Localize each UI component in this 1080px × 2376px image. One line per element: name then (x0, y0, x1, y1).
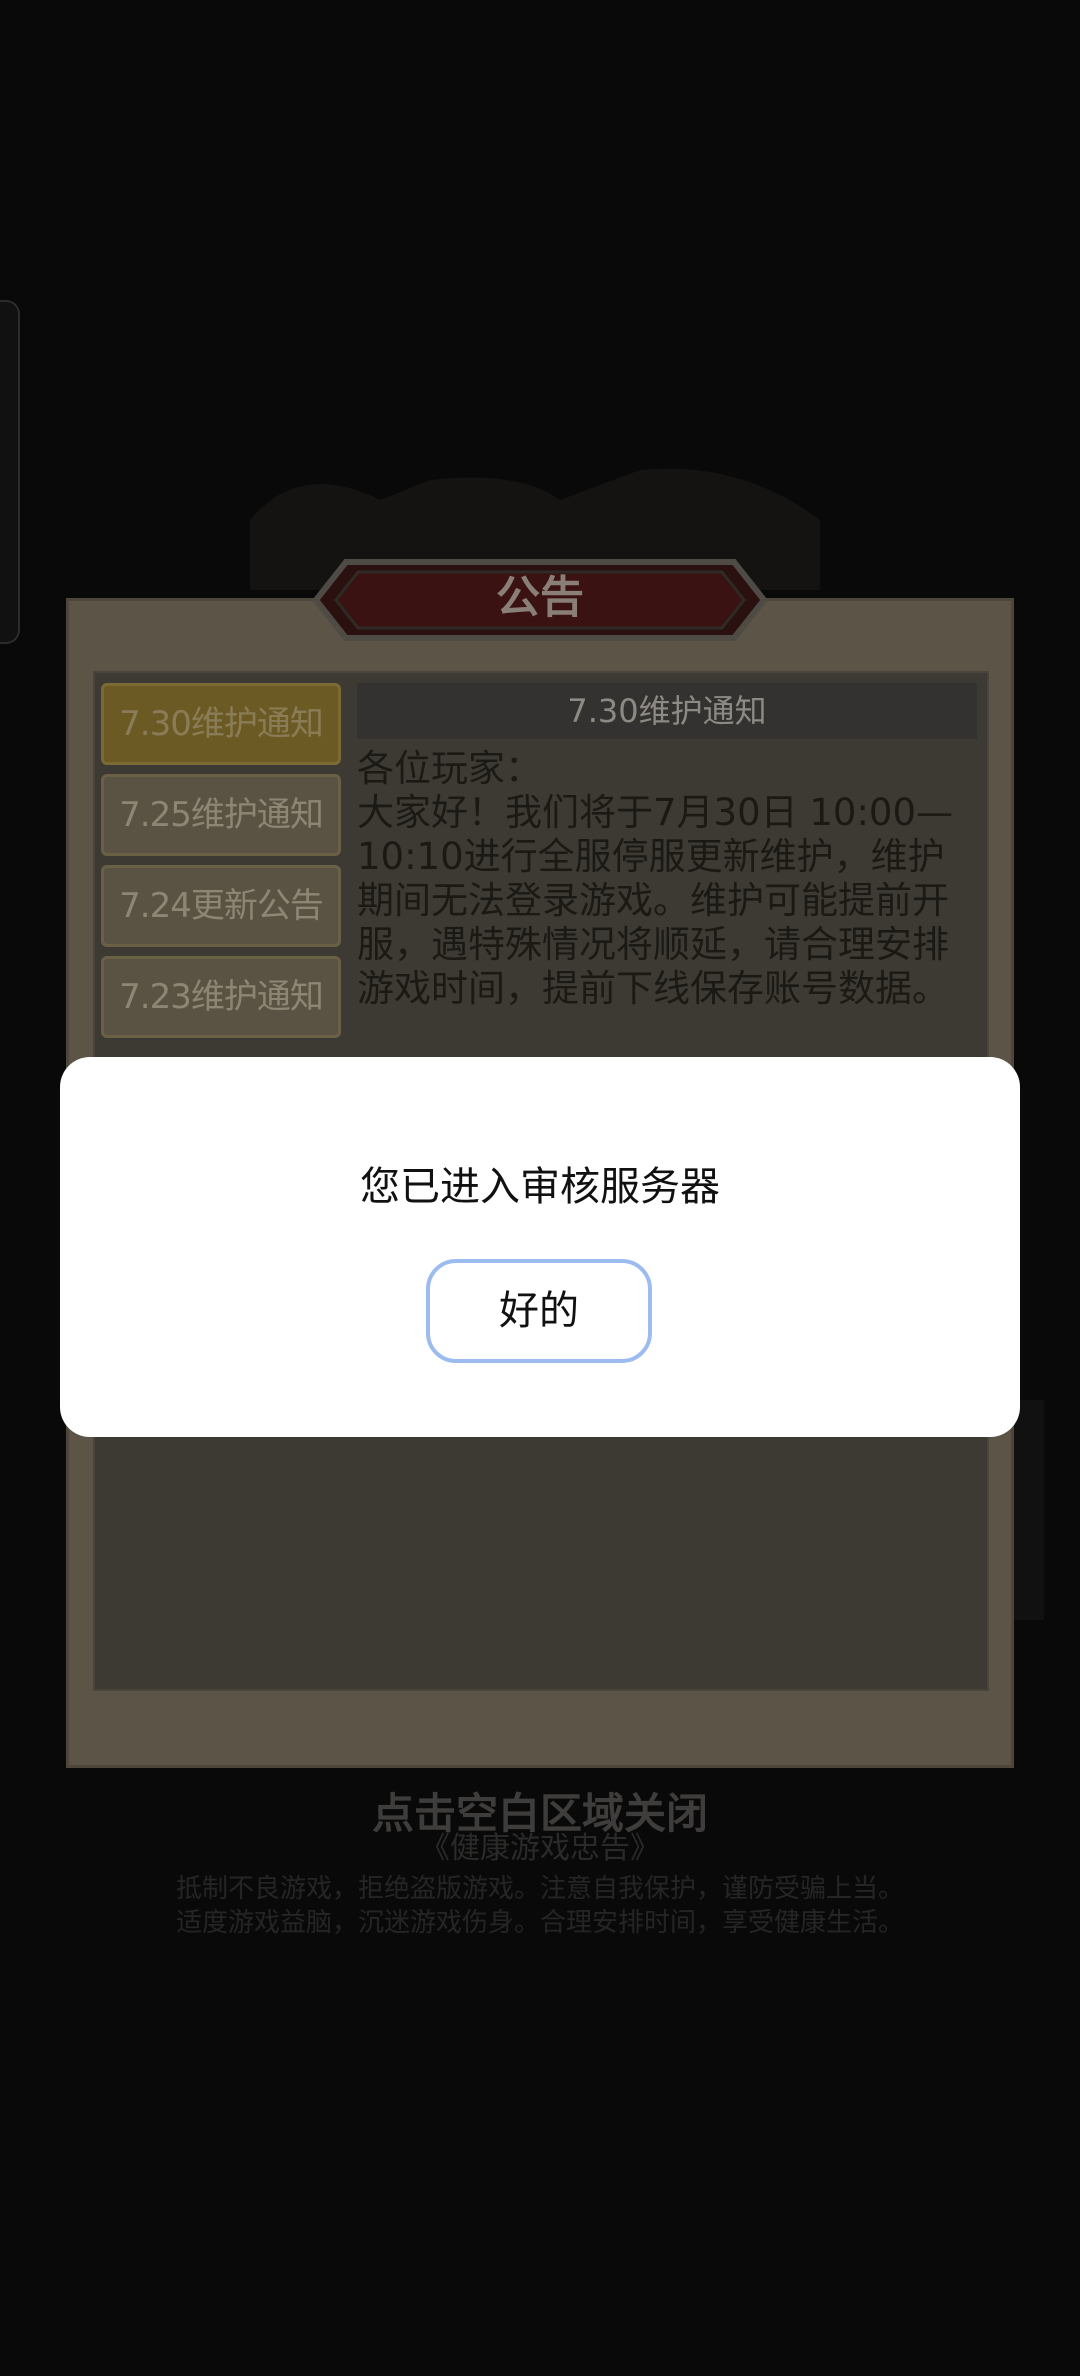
dialog-message: 您已进入审核服务器 (360, 1164, 720, 1210)
health-advice-line: 抵制不良游戏，拒绝盗版游戏。注意自我保护，谨防受骗上当。 (175, 1874, 904, 1904)
announcement-tab[interactable]: 7.24更新公告 (101, 865, 341, 947)
review-server-dialog: 您已进入审核服务器 好的 (60, 1057, 1020, 1437)
announcement-tab-list: 7.30维护通知 7.25维护通知 7.24更新公告 7.23维护通知 (101, 683, 341, 1047)
health-advice-title: 《健康游戏忠告》 (420, 1831, 660, 1866)
announcement-banner-title: 公告 (496, 572, 584, 623)
announcement-tab[interactable]: 7.23维护通知 (101, 956, 341, 1038)
ok-button[interactable]: 好的 (426, 1259, 652, 1363)
announcement-tab[interactable]: 7.25维护通知 (101, 774, 341, 856)
announcement-tab[interactable]: 7.30维护通知 (101, 683, 341, 765)
health-advice-footer: 《健康游戏忠告》 抵制不良游戏，拒绝盗版游戏。注意自我保护，谨防受骗上当。 适度… (0, 1832, 1080, 1940)
side-drawer-handle[interactable] (0, 300, 20, 644)
announcement-content-title: 7.30维护通知 (357, 683, 977, 739)
health-advice-line: 适度游戏益脑，沉迷游戏伤身。合理安排时间，享受健康生活。 (175, 1908, 904, 1938)
announcement-content-body: 各位玩家： 大家好！我们将于7月30日 10:00—10:10进行全服停服更新维… (357, 747, 954, 1010)
announcement-content: 7.30维护通知 各位玩家： 大家好！我们将于7月30日 10:00—10:10… (357, 683, 977, 1047)
